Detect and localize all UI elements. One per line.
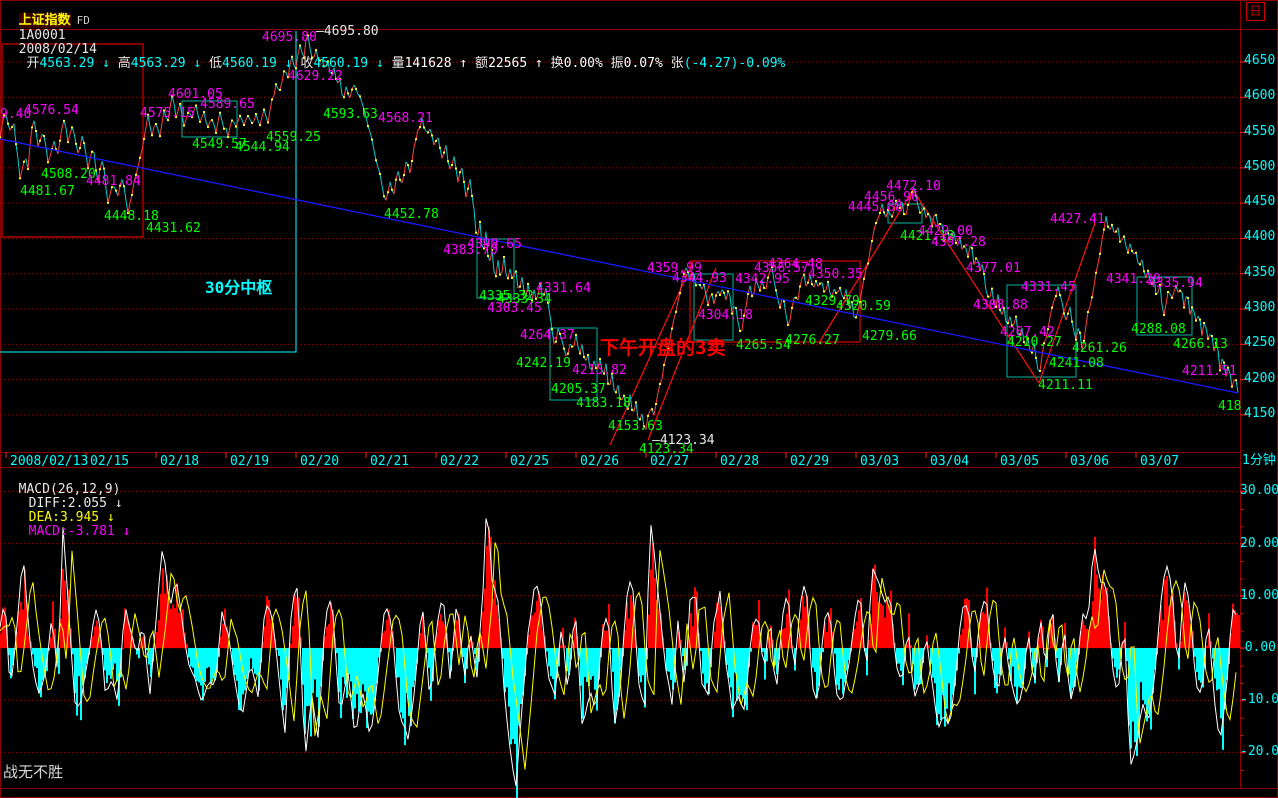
macd-chart-region[interactable]	[0, 486, 1240, 788]
date-tick-label: 02/19	[230, 455, 269, 469]
date-tick-label: 03/07	[1140, 455, 1179, 469]
macd-axis-label: -20.00	[1240, 745, 1276, 759]
price-axis-label: 4450.0	[1244, 195, 1278, 209]
price-axis-label: 4600.0	[1244, 89, 1278, 103]
price-axis-label: 4150.0	[1244, 407, 1278, 421]
macd-axis-label: 30.00	[1240, 484, 1276, 498]
app-window: { "window": { "title": "上证指数", "title_su…	[0, 0, 1278, 798]
period-minute-label[interactable]: 1分钟	[1242, 454, 1276, 468]
price-axis-label: 4300.0	[1244, 301, 1278, 315]
date-tick-label: 02/29	[790, 455, 829, 469]
date-tick-label: 03/04	[930, 455, 969, 469]
main-chart-region[interactable]	[0, 30, 1240, 452]
macd-axis-label: 20.00	[1240, 537, 1276, 551]
price-axis-label: 4550.0	[1244, 125, 1278, 139]
title-suffix: FD	[77, 14, 90, 27]
price-axis-label: 4200.0	[1244, 372, 1278, 386]
price-axis-label: 4650.0	[1244, 54, 1278, 68]
macd-axis-label: 10.00	[1240, 589, 1276, 603]
price-axis-label: 4250.0	[1244, 336, 1278, 350]
date-tick-label: 02/27	[650, 455, 689, 469]
date-tick-label: 02/26	[580, 455, 619, 469]
date-tick-label: 02/15	[90, 455, 129, 469]
price-axis-label: 4400.0	[1244, 230, 1278, 244]
date-tick-label: 02/25	[510, 455, 549, 469]
price-axis-label: 4500.0	[1244, 160, 1278, 174]
date-tick-label: 03/03	[860, 455, 899, 469]
quote-row: 1A0001 2008/02/14 开4563.29 ↓ 高4563.29 ↓ …	[3, 15, 1233, 29]
macd-axis-label: -10.00	[1240, 693, 1276, 707]
period-daily-button[interactable]: 日	[1246, 2, 1265, 21]
date-tick-label: 2008/02/13	[10, 455, 88, 469]
indicator-header: MACD(26,12,9) DIFF:2.055 ↓ DEA:3.945 ↓ M…	[3, 469, 130, 483]
title-bar: 上证指数FD	[3, 0, 90, 14]
date-tick-label: 02/22	[440, 455, 479, 469]
instrument-title: 上证指数	[19, 13, 71, 28]
price-axis-label: 4350.0	[1244, 266, 1278, 280]
date-tick-label: 02/21	[370, 455, 409, 469]
date-tick-label: 02/20	[300, 455, 339, 469]
macd-axis-label: 0.00	[1240, 641, 1276, 655]
date-tick-label: 02/18	[160, 455, 199, 469]
date-tick-label: 03/06	[1070, 455, 1109, 469]
date-tick-label: 02/28	[720, 455, 759, 469]
date-tick-label: 03/05	[1000, 455, 1039, 469]
